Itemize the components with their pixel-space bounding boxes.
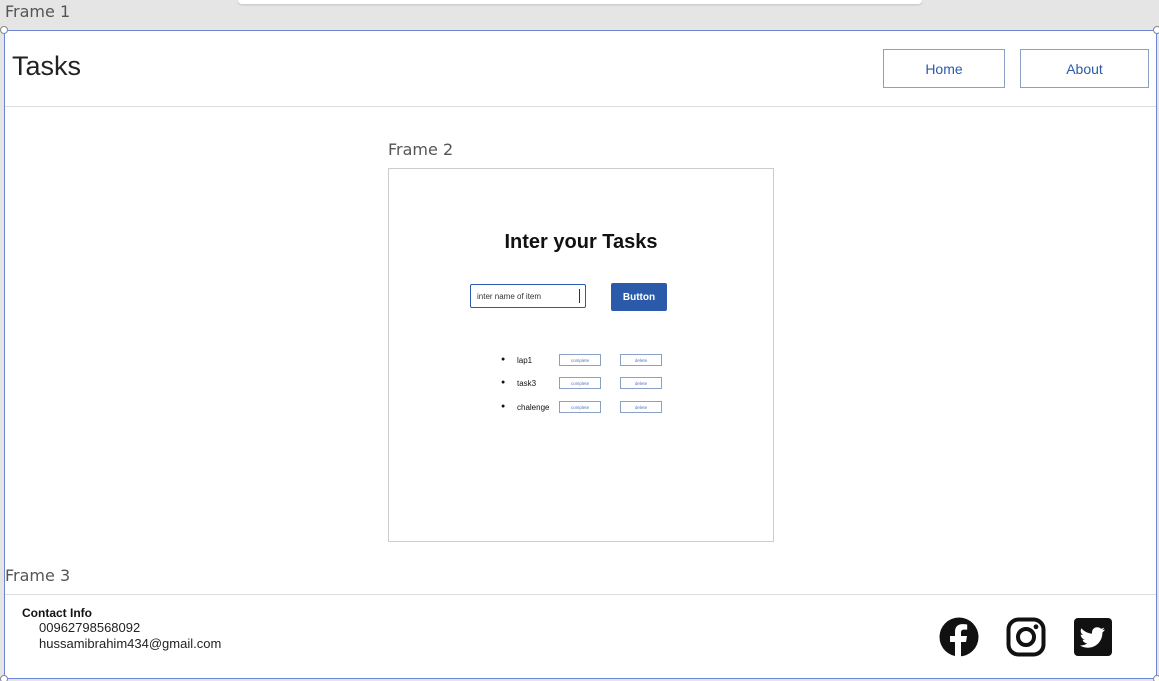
page-footer: Contact Info 00962798568092 hussamibrahi… <box>5 594 1156 679</box>
contact-phone: 00962798568092 <box>39 620 141 635</box>
contact-title: Contact Info <box>22 606 92 620</box>
page-title: Tasks <box>12 51 82 81</box>
task-form-title: Inter your Tasks <box>504 231 658 253</box>
task-name: task3 <box>517 379 537 388</box>
task-row: ● lap1 complete delete <box>501 353 666 373</box>
bullet-icon: ● <box>501 403 506 410</box>
complete-button[interactable]: complete <box>559 354 601 366</box>
frame3-label[interactable]: Frame 3 <box>5 566 70 585</box>
frame2-label[interactable]: Frame 2 <box>388 140 453 159</box>
task-name-input[interactable]: inter name of item <box>470 284 586 308</box>
frame-2[interactable]: Inter your Tasks inter name of item Butt… <box>388 168 774 542</box>
task-name: lap1 <box>517 356 533 365</box>
delete-button[interactable]: delete <box>620 401 662 413</box>
home-button[interactable]: Home <box>883 49 1005 88</box>
instagram-icon[interactable] <box>1006 617 1046 657</box>
facebook-icon[interactable] <box>939 617 979 657</box>
design-canvas: Frame 1 Tasks Home About Frame 2 Inter y… <box>0 0 1159 681</box>
bullet-icon: ● <box>501 356 506 363</box>
contact-email: hussamibrahim434@gmail.com <box>39 636 222 651</box>
page-header: Tasks Home About <box>5 31 1156 107</box>
bullet-icon: ● <box>501 379 506 386</box>
task-row: ● task3 complete delete <box>501 376 666 396</box>
twitter-icon[interactable] <box>1073 617 1113 657</box>
delete-button[interactable]: delete <box>620 354 662 366</box>
text-caret <box>579 289 580 303</box>
frame-1[interactable]: Tasks Home About Frame 2 Inter your Task… <box>0 26 1159 681</box>
complete-button[interactable]: complete <box>559 401 601 413</box>
complete-button[interactable]: complete <box>559 377 601 389</box>
task-name-input-value: inter name of item <box>477 291 542 301</box>
delete-button[interactable]: delete <box>620 377 662 389</box>
frame1-label[interactable]: Frame 1 <box>5 2 70 21</box>
top-toolbar <box>238 0 922 4</box>
task-name: chalenge <box>517 403 550 412</box>
add-task-button[interactable]: Button <box>611 283 667 311</box>
task-row: ● chalenge complete delete <box>501 400 666 420</box>
about-button[interactable]: About <box>1020 49 1149 88</box>
